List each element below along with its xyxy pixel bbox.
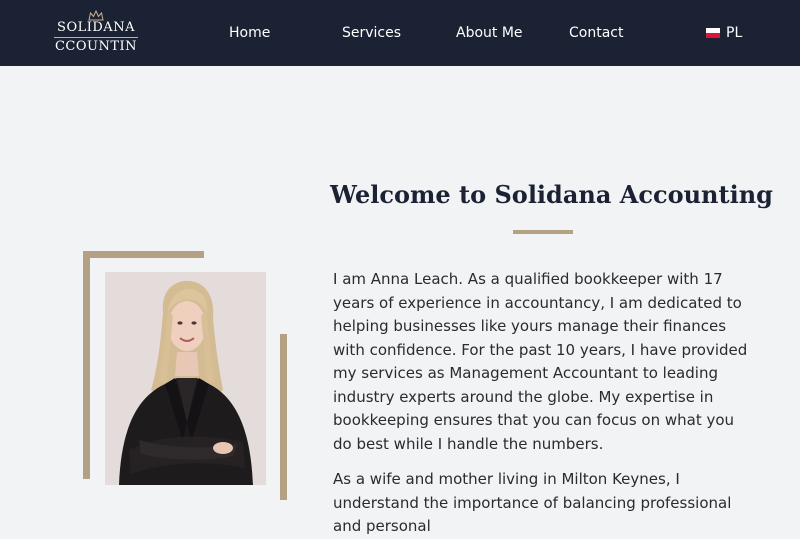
photo-frame-top [83, 251, 204, 258]
photo-frame-left [83, 251, 90, 479]
nav-contact-link[interactable]: Contact [569, 23, 623, 43]
photo-frame-right [280, 334, 287, 500]
logo-divider [54, 37, 138, 38]
logo-text-top: SOLIDANA [57, 20, 135, 35]
page-title: Welcome to Solidana Accounting [330, 180, 773, 209]
site-header: SOLIDANA CCOUNTIN Home Services About Me… [0, 0, 800, 66]
title-underline [513, 230, 573, 234]
logo[interactable]: SOLIDANA CCOUNTIN [52, 10, 140, 56]
language-label: PL [726, 25, 743, 41]
intro-paragraph: I am Anna Leach. As a qualified bookkeep… [333, 270, 748, 453]
profile-photo [105, 272, 266, 485]
poland-flag-icon [706, 28, 720, 38]
family-paragraph: As a wife and mother living in Milton Ke… [333, 470, 732, 535]
nav-services-link[interactable]: Services [342, 23, 401, 43]
nav-about-link[interactable]: About Me [456, 23, 523, 43]
logo-text-bottom: CCOUNTIN [54, 39, 138, 54]
nav-home-link[interactable]: Home [229, 23, 270, 43]
